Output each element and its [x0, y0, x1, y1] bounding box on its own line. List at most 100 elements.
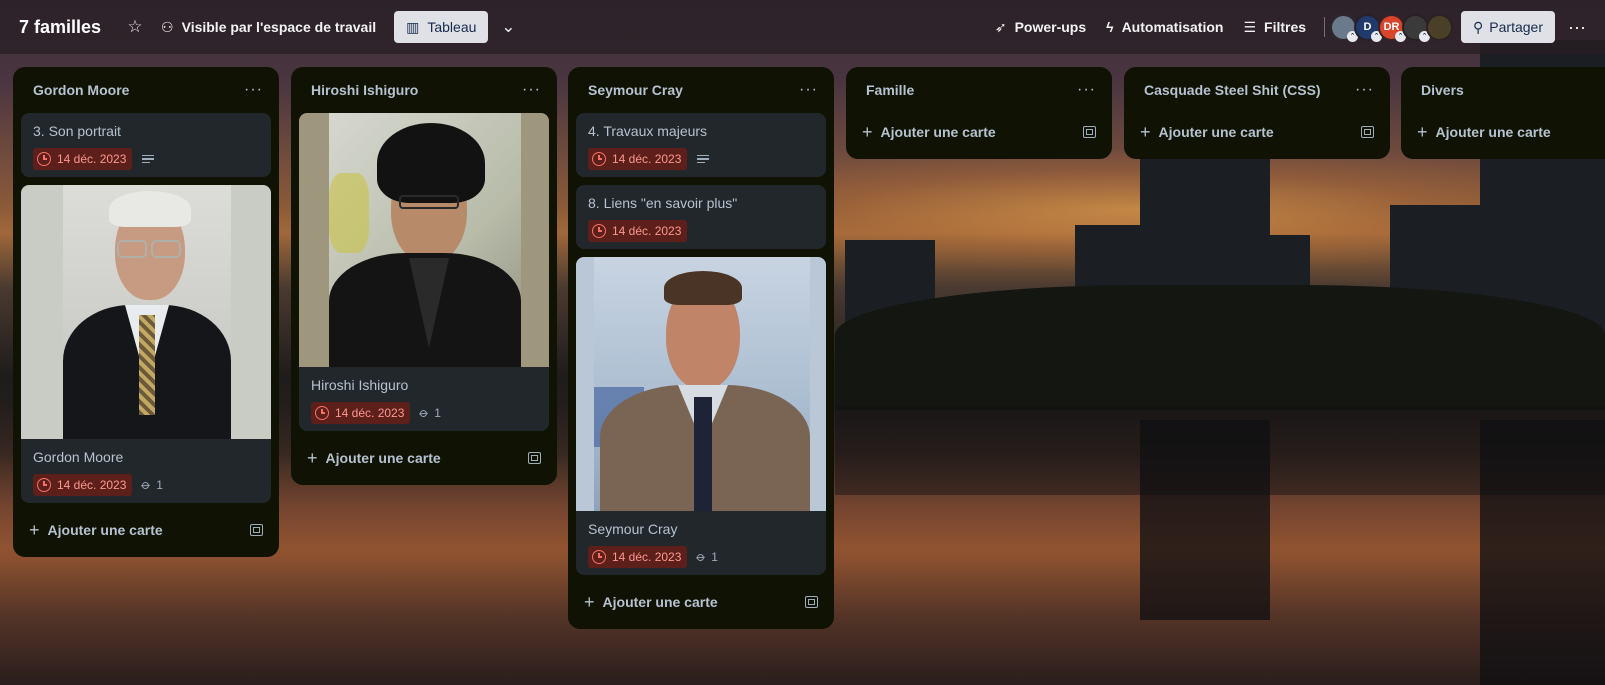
template-icon[interactable] — [1361, 126, 1374, 138]
list-title[interactable]: Famille — [866, 82, 914, 98]
board-title[interactable]: 7 familles — [19, 17, 101, 38]
plus-icon: + — [584, 591, 595, 612]
view-button[interactable]: ▥ Tableau — [394, 11, 489, 43]
template-icon[interactable] — [1083, 126, 1096, 138]
list-header[interactable]: Famille ··· — [854, 67, 1104, 113]
attachments-count: 1 — [156, 478, 163, 492]
plus-icon: + — [29, 519, 40, 540]
filter-icon: ☰ — [1243, 18, 1257, 35]
add-person-icon: ⚲ — [1473, 18, 1484, 35]
clock-icon — [37, 152, 51, 166]
automation-button[interactable]: ϟ Automatisation — [1096, 11, 1233, 43]
plus-icon: + — [1140, 121, 1151, 142]
card-title: 4. Travaux majeurs — [588, 123, 708, 139]
list-title[interactable]: Seymour Cray — [588, 82, 683, 98]
list-header[interactable]: Hiroshi Ishiguro ··· — [299, 67, 549, 113]
list-hiroshi-ishiguro: Hiroshi Ishiguro ··· Hiroshi Ishiguro 14… — [291, 67, 557, 485]
card-badges: 14 déc. 2023 ⌀ 1 — [33, 473, 259, 497]
due-date: 14 déc. 2023 — [57, 152, 127, 166]
card[interactable]: 3. Son portrait 14 déc. 2023 — [21, 113, 271, 177]
list-title[interactable]: Casquade Steel Shit (CSS) — [1144, 82, 1321, 98]
card-badges: 14 déc. 2023 — [588, 147, 814, 171]
attachments-badge: ⌀ 1 — [694, 548, 718, 565]
card-badges: 14 déc. 2023 ⌀ 1 — [311, 401, 537, 425]
card-badges: 14 déc. 2023 ⌀ 1 — [588, 545, 814, 569]
list-gordon-moore: Gordon Moore ··· 3. Son portrait 14 déc.… — [13, 67, 279, 557]
board-view-icon: ▥ — [406, 18, 420, 35]
avatar[interactable] — [1426, 13, 1454, 41]
list-title[interactable]: Gordon Moore — [33, 82, 129, 98]
paperclip-icon: ⌀ — [138, 476, 155, 493]
card[interactable]: 4. Travaux majeurs 14 déc. 2023 — [576, 113, 826, 177]
card[interactable]: Seymour Cray 14 déc. 2023 ⌀ 1 — [576, 257, 826, 575]
due-date-badge[interactable]: 14 déc. 2023 — [33, 148, 133, 170]
building — [1390, 205, 1485, 400]
list-header[interactable]: Seymour Cray ··· — [576, 67, 826, 113]
star-icon[interactable]: ☆ — [119, 11, 151, 43]
members-avatars: ⌃ D ⌃ DR ⌃ ⌃ — [1330, 13, 1454, 42]
paperclip-icon: ⌀ — [693, 548, 710, 565]
list-header[interactable]: Casquade Steel Shit (CSS) ··· — [1132, 67, 1382, 113]
clock-icon — [315, 406, 329, 420]
more-icon[interactable]: ··· — [1561, 11, 1593, 43]
list-famille: Famille ··· + Ajouter une carte — [846, 67, 1112, 159]
add-card-button[interactable]: + Ajouter une carte — [1132, 113, 1382, 151]
chevron-down-icon[interactable]: ⌄ — [492, 11, 524, 43]
filters-button[interactable]: ☰ Filtres — [1233, 11, 1316, 43]
add-card-button[interactable]: + Ajouter une carte — [854, 113, 1104, 151]
share-label: Partager — [1489, 19, 1543, 35]
due-date-badge[interactable]: 14 déc. 2023 — [33, 474, 133, 496]
share-button[interactable]: ⚲ Partager — [1461, 11, 1555, 43]
template-icon[interactable] — [250, 524, 263, 536]
list-header[interactable]: Gordon Moore ··· — [21, 67, 271, 113]
paperclip-icon: ⌀ — [416, 404, 433, 421]
avatar[interactable]: DR ⌃ — [1378, 13, 1407, 42]
list-header[interactable]: Divers — [1409, 67, 1597, 113]
list-menu-icon[interactable]: ··· — [1355, 81, 1374, 99]
divider — [1324, 17, 1326, 37]
add-card-button[interactable]: + Ajouter une carte — [1409, 113, 1597, 151]
card[interactable]: Gordon Moore 14 déc. 2023 ⌀ 1 — [21, 185, 271, 503]
template-icon[interactable] — [805, 596, 818, 608]
people-icon: ⚇ — [161, 18, 174, 35]
clock-icon — [592, 224, 606, 238]
add-card-button[interactable]: + Ajouter une carte — [21, 511, 271, 549]
card[interactable]: 8. Liens "en savoir plus" 14 déc. 2023 — [576, 185, 826, 249]
card-title: Seymour Cray — [588, 521, 678, 537]
list-menu-icon[interactable]: ··· — [799, 81, 818, 99]
clock-icon — [37, 478, 51, 492]
due-date: 14 déc. 2023 — [612, 152, 682, 166]
add-card-button[interactable]: + Ajouter une carte — [299, 439, 549, 477]
description-icon — [697, 154, 710, 164]
reflection — [1480, 420, 1605, 685]
powerups-button[interactable]: ➶ Power-ups — [985, 11, 1096, 43]
due-date: 14 déc. 2023 — [57, 478, 127, 492]
plus-icon: + — [307, 447, 318, 468]
list-title[interactable]: Hiroshi Ishiguro — [311, 82, 418, 98]
add-card-button[interactable]: + Ajouter une carte — [576, 583, 826, 621]
due-date: 14 déc. 2023 — [612, 550, 682, 564]
due-date-badge[interactable]: 14 déc. 2023 — [588, 220, 688, 242]
card[interactable]: Hiroshi Ishiguro 14 déc. 2023 ⌀ 1 — [299, 113, 549, 431]
avatar-initials: D — [1363, 21, 1372, 33]
avatar[interactable]: ⌃ — [1330, 13, 1359, 42]
list-menu-icon[interactable]: ··· — [244, 81, 263, 99]
due-date-badge[interactable]: 14 déc. 2023 — [588, 546, 688, 568]
rocket-icon: ➶ — [994, 18, 1007, 35]
card-title: 8. Liens "en savoir plus" — [588, 195, 738, 211]
card-cover-image — [576, 257, 826, 511]
due-date-badge[interactable]: 14 déc. 2023 — [311, 402, 411, 424]
lightning-icon: ϟ — [1106, 19, 1114, 35]
avatar[interactable]: D ⌃ — [1354, 13, 1383, 42]
template-icon[interactable] — [528, 452, 541, 464]
list-menu-icon[interactable]: ··· — [522, 81, 541, 99]
visibility-button[interactable]: ⚇ Visible par l'espace de travail — [151, 11, 386, 43]
building — [1075, 225, 1145, 400]
list-menu-icon[interactable]: ··· — [1077, 81, 1096, 99]
due-date-badge[interactable]: 14 déc. 2023 — [588, 148, 688, 170]
avatar[interactable]: ⌃ — [1402, 13, 1431, 42]
card-title: 3. Son portrait — [33, 123, 121, 139]
list-title[interactable]: Divers — [1421, 82, 1464, 98]
add-card-label: Ajouter une carte — [1158, 124, 1274, 140]
due-date: 14 déc. 2023 — [335, 406, 405, 420]
